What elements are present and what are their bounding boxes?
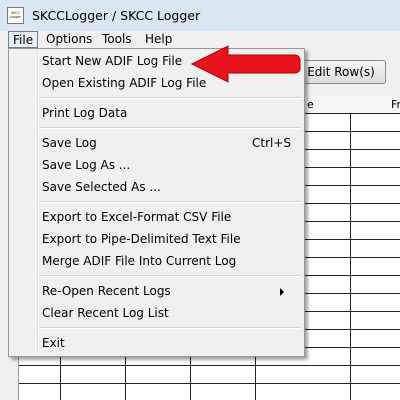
red-arrow-icon xyxy=(190,45,301,83)
